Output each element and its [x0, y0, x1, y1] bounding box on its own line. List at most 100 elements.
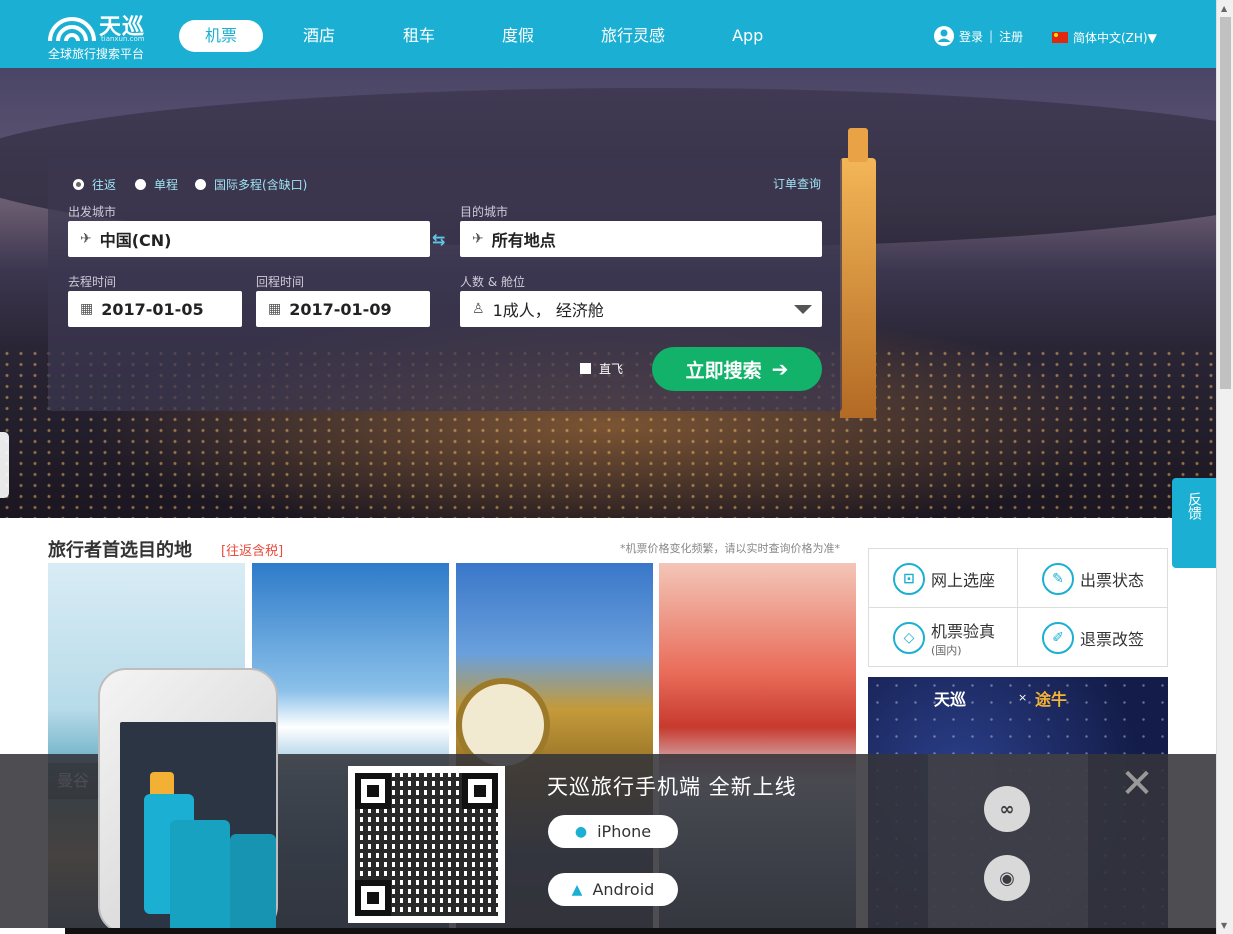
promo-brand: 天巡	[934, 690, 967, 709]
promo-times: ×	[1018, 691, 1028, 704]
roundtrip-radio[interactable]	[73, 179, 84, 190]
phone-screen-block	[230, 834, 276, 934]
roundtrip-label: 往返	[92, 178, 117, 192]
passengers-label: 人数 & 舱位	[460, 275, 525, 289]
apple-icon: ●	[574, 823, 588, 840]
social-panel	[928, 754, 1088, 928]
calendar-icon: ▦	[268, 301, 282, 317]
origin-city-value: 中国(CN)	[99, 231, 172, 250]
register-link[interactable]: 注册	[999, 28, 1023, 45]
service-sublabel: (国内)	[931, 643, 962, 657]
depart-date-value: 2017-01-05	[101, 299, 204, 319]
origin-label: 出发城市	[68, 205, 117, 219]
service-label: 机票验真	[931, 621, 996, 641]
destination-label: 目的城市	[460, 205, 509, 219]
order-lookup-link[interactable]: 订单查询	[773, 175, 821, 192]
user-links: 登录 | 注册	[933, 25, 1023, 47]
scrollbar-thumb[interactable]	[1220, 17, 1231, 389]
logo-cloud-icon	[48, 17, 96, 42]
destination-city-field[interactable]: ✈ 所有地点	[460, 221, 822, 257]
android-icon: ▲	[571, 881, 583, 898]
landing-icon: ✈	[472, 231, 484, 247]
direct-flight-checkbox[interactable]	[580, 363, 591, 374]
qr-finder	[355, 880, 391, 916]
return-date-label: 回程时间	[256, 275, 305, 289]
feedback-tab[interactable]: 反馈	[1172, 478, 1216, 568]
android-label: Android	[592, 880, 655, 899]
language-selector[interactable]: 简体中文(ZH)▼	[1052, 29, 1157, 46]
swap-cities-icon[interactable]: ⇆	[432, 230, 445, 249]
vertical-scrollbar[interactable]: ▲ ▼	[1216, 0, 1233, 934]
top-navigation-bar: 天巡 tianxun.com 全球旅行搜索平台 机票 酒店 租车 度假 旅行灵感…	[0, 0, 1216, 68]
qr-finder	[462, 773, 498, 809]
return-date-value: 2017-01-09	[289, 299, 392, 319]
edit-icon: ✐	[1042, 621, 1074, 654]
app-qr-code	[348, 766, 505, 923]
wechat-icon[interactable]: ∞	[984, 786, 1030, 832]
scroll-up-arrow-icon[interactable]: ▲	[1221, 4, 1227, 13]
logo-domain-text: tianxun.com	[101, 35, 145, 43]
nav-app[interactable]: App	[732, 20, 763, 52]
oneway-radio[interactable]	[135, 179, 146, 190]
oneway-label: 单程	[154, 178, 179, 192]
qr-finder	[355, 773, 391, 809]
multicity-radio[interactable]	[195, 179, 206, 190]
depart-date-field[interactable]: ▦ 2017-01-05	[68, 291, 242, 327]
close-banner-icon[interactable]: ✕	[1118, 764, 1156, 804]
diamond-icon: ◇	[893, 621, 925, 654]
phone-screen	[120, 722, 276, 934]
trip-oneway-option[interactable]: 单程	[135, 176, 178, 193]
app-banner-title: 天巡旅行手机端 全新上线	[547, 775, 797, 799]
destination-city-value: 所有地点	[491, 231, 556, 250]
origin-city-field[interactable]: ✈ 中国(CN)	[68, 221, 430, 257]
hero-tower	[840, 128, 876, 418]
nav-holidays[interactable]: 度假	[502, 20, 534, 52]
search-now-button[interactable]: 立即搜索 ➔	[652, 347, 822, 391]
dropdown-caret-icon	[794, 305, 812, 314]
nav-hotels[interactable]: 酒店	[303, 20, 335, 52]
service-label: 退票改签	[1080, 629, 1145, 649]
calendar-icon: ▦	[80, 301, 94, 317]
destinations-tax-tag: [往返含税]	[221, 544, 284, 559]
destinations-title: 旅行者首选目的地	[48, 540, 192, 561]
service-refund-change[interactable]: ✐ 退票改签	[1018, 608, 1167, 667]
direct-flight-label: 直飞	[599, 362, 624, 376]
depart-date-label: 去程时间	[68, 275, 117, 289]
service-ticket-status[interactable]: ✎ 出票状态	[1018, 549, 1167, 608]
seat-icon: ⊡	[893, 562, 925, 595]
ticket-icon: ✎	[1042, 562, 1074, 595]
promo-partner: 途牛	[1035, 690, 1068, 709]
hero-side-tab[interactable]	[0, 432, 9, 498]
language-label: 简体中文(ZH)▼	[1073, 31, 1157, 45]
user-icon	[934, 26, 954, 46]
passengers-cabin-value: 1成人， 经济舱	[492, 301, 604, 320]
passengers-cabin-select[interactable]: ♙ 1成人， 经济舱	[460, 291, 822, 327]
service-label-wrap: 机票验真 (国内)	[931, 618, 995, 658]
nav-car-rental[interactable]: 租车	[403, 20, 435, 52]
iphone-label: iPhone	[597, 822, 652, 841]
bottom-edge-bar	[65, 928, 1216, 934]
iphone-download-button[interactable]: ● iPhone	[548, 815, 678, 848]
price-disclaimer: *机票价格变化频繁，请以实时查询价格为准*	[620, 542, 840, 555]
person-icon: ♙	[472, 301, 485, 317]
scroll-down-arrow-icon[interactable]: ▼	[1221, 921, 1227, 930]
search-button-label: 立即搜索	[685, 359, 762, 382]
nav-inspiration[interactable]: 旅行灵感	[601, 20, 665, 52]
nav-flights[interactable]: 机票	[179, 20, 263, 52]
tianxun-logo[interactable]: 天巡 tianxun.com 全球旅行搜索平台	[46, 9, 161, 61]
feedback-label: 反馈	[1186, 492, 1202, 520]
phone-screen-block	[170, 820, 230, 934]
return-date-field[interactable]: ▦ 2017-01-09	[256, 291, 430, 327]
logo-tagline: 全球旅行搜索平台	[48, 47, 145, 61]
direct-flight-option[interactable]: 直飞	[580, 360, 623, 377]
service-seat-selection[interactable]: ⊡ 网上选座	[869, 549, 1018, 608]
service-ticket-verify[interactable]: ◇ 机票验真 (国内)	[869, 608, 1018, 667]
login-link[interactable]: 登录	[959, 28, 983, 45]
multicity-label: 国际多程(含缺口)	[214, 178, 308, 192]
trip-roundtrip-option[interactable]: 往返	[73, 176, 116, 193]
weibo-icon[interactable]: ◉	[984, 855, 1030, 901]
android-download-button[interactable]: ▲ Android	[548, 873, 678, 906]
takeoff-icon: ✈	[80, 231, 92, 247]
trip-multicity-option[interactable]: 国际多程(含缺口)	[195, 176, 307, 193]
china-flag-icon	[1052, 32, 1068, 43]
